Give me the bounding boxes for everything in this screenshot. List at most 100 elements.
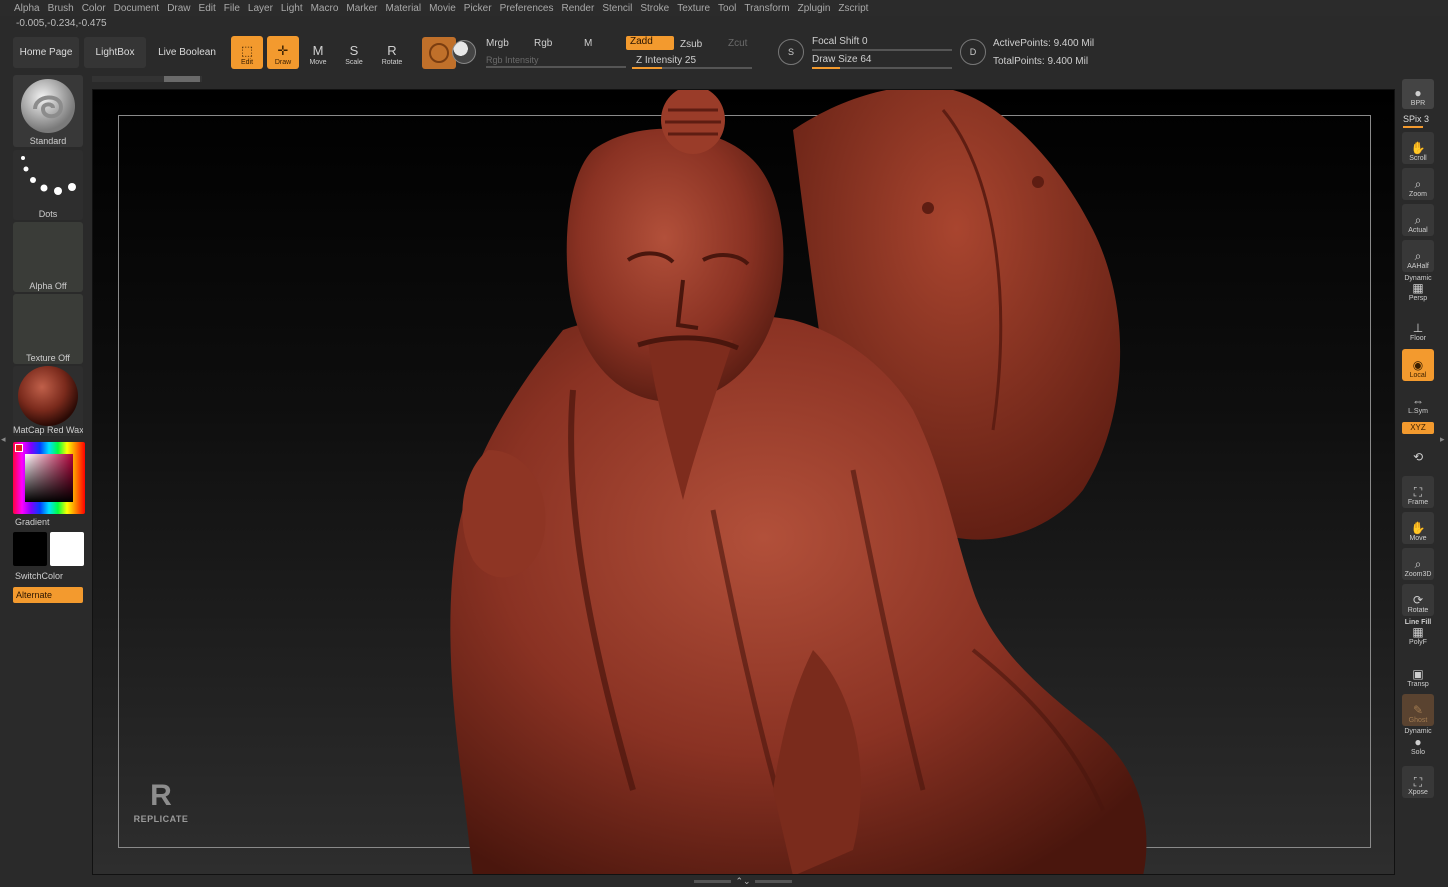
local-button[interactable]: ◉ Local <box>1402 349 1434 381</box>
menu-stencil[interactable]: Stencil <box>598 3 636 14</box>
xyz-rotation-button[interactable]: XYZ <box>1402 422 1434 434</box>
stroke-selector[interactable]: Dots <box>13 150 83 220</box>
menu-texture[interactable]: Texture <box>673 3 714 14</box>
switch-color-button[interactable]: SwitchColor <box>15 571 63 581</box>
menu-alpha[interactable]: Alpha <box>10 3 44 14</box>
menu-light[interactable]: Light <box>277 3 307 14</box>
scroll-knob[interactable] <box>164 76 200 82</box>
move-view-button[interactable]: ✋ Move <box>1402 512 1434 544</box>
left-tray-arrow-icon[interactable]: ◂ <box>1 434 6 445</box>
alternate-button[interactable]: Alternate <box>13 587 83 603</box>
menu-stroke[interactable]: Stroke <box>636 3 673 14</box>
menu-file[interactable]: File <box>220 3 244 14</box>
bottom-tray-handle[interactable]: ⌃⌄ <box>694 876 792 887</box>
move-mode-button[interactable]: M Move <box>302 36 334 69</box>
menu-zscript[interactable]: Zscript <box>834 3 872 14</box>
local-label: Local <box>1409 372 1427 379</box>
aahalf-button[interactable]: ⌕ AAHalf <box>1402 240 1434 272</box>
spix-slider[interactable]: SPix 3 <box>1403 114 1429 124</box>
menu-color[interactable]: Color <box>78 3 110 14</box>
secondary-color-swatch[interactable] <box>50 532 84 566</box>
sculpt-model[interactable] <box>93 90 1395 875</box>
rotate-mode-button[interactable]: R Rotate <box>376 36 408 69</box>
menu-picker[interactable]: Picker <box>460 3 496 14</box>
handle-bar-left <box>694 879 732 883</box>
focal-shift-track <box>812 49 952 51</box>
aahalf-label: AAHalf <box>1407 263 1429 270</box>
m-button[interactable]: M <box>584 38 592 49</box>
home-page-button[interactable]: Home Page <box>13 37 79 68</box>
menu-brush[interactable]: Brush <box>44 3 78 14</box>
scroll-button[interactable]: ✋ Scroll <box>1402 132 1434 164</box>
transp-button[interactable]: ▣ Transp <box>1402 658 1434 690</box>
focal-shift-slider[interactable]: Focal Shift 0 <box>812 36 868 47</box>
lsym-button[interactable]: ⇔ L.Sym <box>1402 385 1434 417</box>
transp-icon: ▣ <box>1412 667 1424 681</box>
rotate-view-button[interactable]: ⟳ Rotate <box>1402 584 1434 616</box>
polyf-button[interactable]: ▦ PolyF <box>1402 624 1434 648</box>
rgb-button[interactable]: Rgb <box>534 38 552 49</box>
menu-macro[interactable]: Macro <box>307 3 343 14</box>
zcut-button[interactable]: Zcut <box>728 38 747 49</box>
xpose-button[interactable]: ⛶ Xpose <box>1402 766 1434 798</box>
main-color-swatch[interactable] <box>13 532 47 566</box>
floor-button[interactable]: ⊥ Floor <box>1402 312 1434 344</box>
alpha-selector[interactable]: Alpha Off <box>13 222 83 292</box>
actual-button[interactable]: ⌕ Actual <box>1402 204 1434 236</box>
lightbox-button[interactable]: LightBox <box>84 37 146 68</box>
move-hand-icon: ✋ <box>1410 521 1426 535</box>
ghost-button[interactable]: ✎ Ghost <box>1402 694 1434 726</box>
color-mode-icon[interactable] <box>452 40 476 64</box>
lsym-arrows-icon: ⇔ <box>1412 394 1424 408</box>
zsub-button[interactable]: Zsub <box>680 39 702 50</box>
frame-button[interactable]: ⛶ Frame <box>1402 476 1434 508</box>
persp-button[interactable]: ▦ Persp <box>1402 278 1434 304</box>
canvas-scrollbar-top[interactable] <box>92 76 202 82</box>
spix-fill <box>1403 126 1423 128</box>
material-selector[interactable]: MatCap Red Wax <box>13 366 83 436</box>
total-points: TotalPoints: 9.400 Mil <box>993 56 1089 67</box>
menu-transform[interactable]: Transform <box>740 3 793 14</box>
tray-toggle-icon[interactable]: ⌃⌄ <box>735 876 750 887</box>
menu-edit[interactable]: Edit <box>195 3 220 14</box>
draw-size-fill <box>812 67 840 69</box>
focal-shift-s-icon[interactable]: S <box>778 39 804 65</box>
color-picker-square[interactable] <box>25 454 73 502</box>
menu-document[interactable]: Document <box>110 3 164 14</box>
scale-mode-button[interactable]: S Scale <box>338 36 370 69</box>
menu-draw[interactable]: Draw <box>163 3 194 14</box>
color-picker[interactable] <box>13 442 85 514</box>
z-intensity-fill <box>632 67 662 69</box>
draw-mode-button[interactable]: ✛ Draw <box>267 36 299 69</box>
brush-selector[interactable]: Standard <box>13 75 83 147</box>
material-swatch-button[interactable] <box>422 37 456 69</box>
mrgb-button[interactable]: Mrgb <box>486 38 509 49</box>
zoom3d-button[interactable]: ⌕ Zoom3D <box>1402 548 1434 580</box>
zadd-button[interactable]: Zadd <box>626 36 674 50</box>
gradient-label[interactable]: Gradient <box>15 517 50 527</box>
menu-zplugin[interactable]: Zplugin <box>794 3 835 14</box>
z-intensity-slider[interactable]: Z Intensity 25 <box>636 55 696 66</box>
menu-material[interactable]: Material <box>382 3 426 14</box>
document-canvas[interactable]: R REPLICATE <box>92 89 1395 875</box>
dynamic-d-icon[interactable]: D <box>960 39 986 65</box>
edit-mode-button[interactable]: ⬚ Edit <box>231 36 263 69</box>
menu-layer[interactable]: Layer <box>244 3 277 14</box>
scale-label: Scale <box>345 59 363 66</box>
bpr-button[interactable]: ● BPR <box>1402 79 1434 109</box>
solo-button[interactable]: ● Solo <box>1402 732 1434 758</box>
menu-render[interactable]: Render <box>558 3 599 14</box>
menu-tool[interactable]: Tool <box>714 3 740 14</box>
texture-selector[interactable]: Texture Off <box>13 294 83 364</box>
live-boolean-button[interactable]: Live Boolean <box>151 37 223 68</box>
menu-movie[interactable]: Movie <box>425 3 460 14</box>
draw-size-slider[interactable]: Draw Size 64 <box>812 54 871 65</box>
zoom-button[interactable]: ⌕ Zoom <box>1402 168 1434 200</box>
move-icon: M <box>312 43 324 58</box>
menu-marker[interactable]: Marker <box>342 3 381 14</box>
rotation-axis-buttons[interactable]: ⟲ <box>1402 438 1434 466</box>
menu-preferences[interactable]: Preferences <box>496 3 558 14</box>
solo-label: Solo <box>1410 749 1425 756</box>
local-symmetry-icon: ◉ <box>1412 358 1424 372</box>
rgb-intensity-slider[interactable]: Rgb Intensity <box>486 55 539 65</box>
